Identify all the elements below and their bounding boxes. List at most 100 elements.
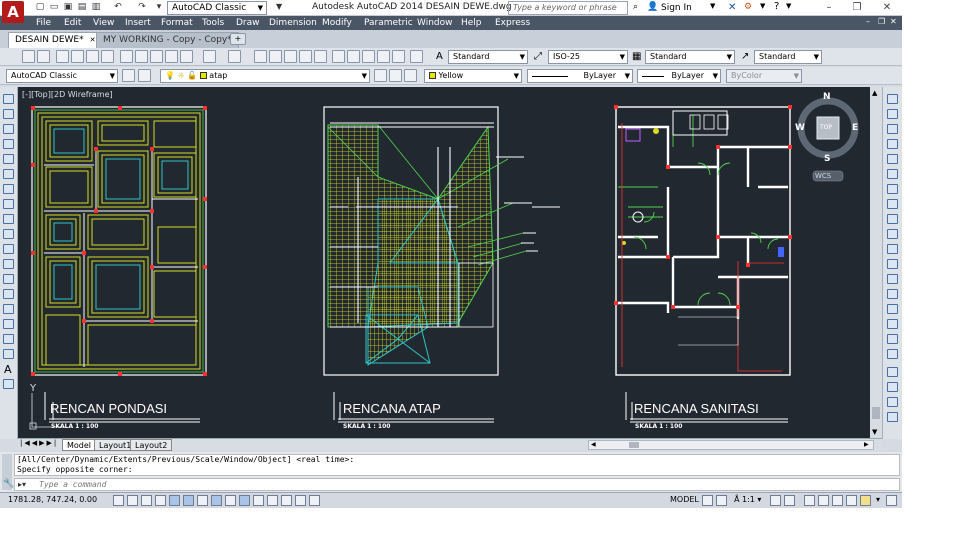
compass-east[interactable]: E [852, 123, 858, 133]
layer-state-icon[interactable] [404, 69, 417, 82]
menu-minimize-button[interactable]: – [866, 17, 870, 26]
hatch-icon[interactable] [3, 304, 14, 314]
mirror-icon[interactable] [887, 124, 898, 134]
insert-block-icon[interactable] [3, 259, 14, 269]
ellipse-icon[interactable] [3, 229, 14, 239]
isolate-objects-icon[interactable] [846, 495, 857, 506]
vertical-scrollbar[interactable]: ▲ ▼ [870, 87, 882, 438]
save-as-icon[interactable]: ▤ [76, 2, 88, 13]
dynamic-input-icon[interactable] [239, 495, 250, 506]
annotation-scale-dropdown[interactable]: Å 1:1 ▾ [734, 495, 761, 504]
line-icon[interactable] [3, 94, 14, 104]
make-current-layer-icon[interactable] [374, 69, 387, 82]
bring-above-icon[interactable] [887, 397, 898, 407]
layer-dropdown[interactable]: 💡 ☼ 🔓 atap ▼ [160, 69, 370, 83]
menu-window[interactable]: Window [417, 17, 453, 29]
fillet-icon[interactable] [887, 319, 898, 329]
spline-icon[interactable] [3, 214, 14, 224]
workspace-switching-icon[interactable] [804, 495, 815, 506]
copy-object-icon[interactable] [887, 109, 898, 119]
object-snap-tracking-icon[interactable] [211, 495, 222, 506]
connect-icon[interactable]: ⚙ [744, 2, 752, 12]
tool-palettes-icon[interactable] [347, 50, 360, 63]
search-input[interactable]: Type a keyword or phrase [508, 1, 628, 15]
scale-icon[interactable] [887, 199, 898, 209]
properties-icon[interactable] [314, 50, 327, 63]
save-icon[interactable]: ▣ [62, 2, 74, 13]
join-icon[interactable] [887, 289, 898, 299]
snap-mode-icon[interactable] [127, 495, 138, 506]
selection-cycling-icon[interactable] [295, 495, 306, 506]
menu-restore-button[interactable]: ❐ [878, 17, 885, 26]
array-icon[interactable] [887, 154, 898, 164]
viewcube-top-face[interactable]: TOP [820, 124, 832, 131]
polyline-icon[interactable] [3, 124, 14, 134]
tab-layout2[interactable]: Layout2 [130, 439, 173, 451]
customize-wrench-icon[interactable]: 🔧 [3, 479, 14, 489]
break-icon[interactable] [887, 274, 898, 284]
scroll-up-icon[interactable]: ▲ [872, 89, 877, 97]
add-selected-icon[interactable] [3, 379, 14, 389]
point-icon[interactable] [3, 289, 14, 299]
close-button[interactable]: ✕ [880, 1, 894, 14]
menu-view[interactable]: View [93, 17, 114, 29]
connect-dropdown-icon[interactable]: ▼ [760, 2, 765, 10]
polar-tracking-icon[interactable] [169, 495, 180, 506]
menu-close-button[interactable]: ✕ [890, 17, 897, 26]
multiline-text-icon[interactable]: A [4, 363, 12, 376]
explode-icon[interactable] [887, 349, 898, 359]
layer-previous-icon[interactable] [389, 69, 402, 82]
erase-icon[interactable] [887, 94, 898, 104]
rotate-icon[interactable] [887, 184, 898, 194]
exchange-apps-icon[interactable]: ✕ [728, 2, 736, 13]
menu-insert[interactable]: Insert [125, 17, 151, 29]
qnew-icon[interactable] [22, 50, 35, 63]
mleader-style-dropdown[interactable]: Standard ▼ [754, 50, 822, 64]
draworder-front-icon[interactable] [887, 367, 898, 377]
scroll-left-icon[interactable]: ◀ [591, 441, 596, 448]
annotation-monitor-icon[interactable] [309, 495, 320, 506]
dynamic-ucs-icon[interactable] [225, 495, 236, 506]
clean-screen-icon[interactable] [886, 495, 897, 506]
preview-icon[interactable] [71, 50, 84, 63]
table-icon[interactable] [3, 349, 14, 359]
sheet-set-icon[interactable] [362, 50, 375, 63]
redo-icon[interactable]: ↷ [136, 2, 148, 13]
lineweight-toggle-icon[interactable] [253, 495, 264, 506]
ortho-mode-icon[interactable] [155, 495, 166, 506]
redo-toolbar-icon[interactable] [228, 50, 241, 63]
zoom-previous-icon[interactable] [299, 50, 312, 63]
paste-icon[interactable] [150, 50, 163, 63]
coordinates-readout[interactable]: 1781.28, 747.24, 0.00 [8, 495, 97, 504]
circle-icon[interactable] [3, 184, 14, 194]
open-file-icon[interactable]: ▭ [48, 2, 60, 13]
extend-icon[interactable] [887, 244, 898, 254]
linetype-dropdown[interactable]: ByLayer ▼ [527, 69, 633, 83]
lineweight-dropdown[interactable]: ByLayer ▼ [637, 69, 721, 83]
ucs-menu[interactable]: WCS [815, 172, 831, 180]
compass-south[interactable]: S [824, 154, 830, 164]
toolbar-lock-icon[interactable] [818, 495, 829, 506]
quick-view-layouts-icon[interactable] [702, 495, 713, 506]
scroll-down-icon[interactable]: ▼ [872, 428, 877, 436]
layout-nav-arrows[interactable]: |◀◀▶▶| [20, 439, 58, 447]
stretch-icon[interactable] [887, 214, 898, 224]
send-under-icon[interactable] [887, 412, 898, 422]
workspace-dropdown[interactable]: AutoCAD Classic ▼ [167, 1, 267, 15]
customize-dropdown-icon[interactable]: ▼ [276, 2, 282, 11]
menu-format[interactable]: Format [161, 17, 193, 29]
status-menu-icon[interactable]: ▾ [876, 495, 880, 504]
publish-icon[interactable] [86, 50, 99, 63]
object-snap-icon[interactable] [183, 495, 194, 506]
help-dropdown-icon[interactable]: ▼ [786, 2, 791, 10]
notification-bulb-icon[interactable] [860, 495, 871, 506]
plotstyle-dropdown[interactable]: ByColor ▼ [726, 69, 802, 83]
move-icon[interactable] [887, 169, 898, 179]
match-properties-icon[interactable] [165, 50, 178, 63]
scroll-thumb[interactable] [872, 407, 880, 419]
annotation-visibility-icon[interactable] [770, 495, 781, 506]
application-menu-button[interactable]: A [2, 1, 24, 23]
compass-west[interactable]: W [795, 123, 805, 133]
model-space-toggle[interactable]: MODEL [670, 495, 699, 504]
undo-icon[interactable]: ↶ [112, 2, 124, 13]
